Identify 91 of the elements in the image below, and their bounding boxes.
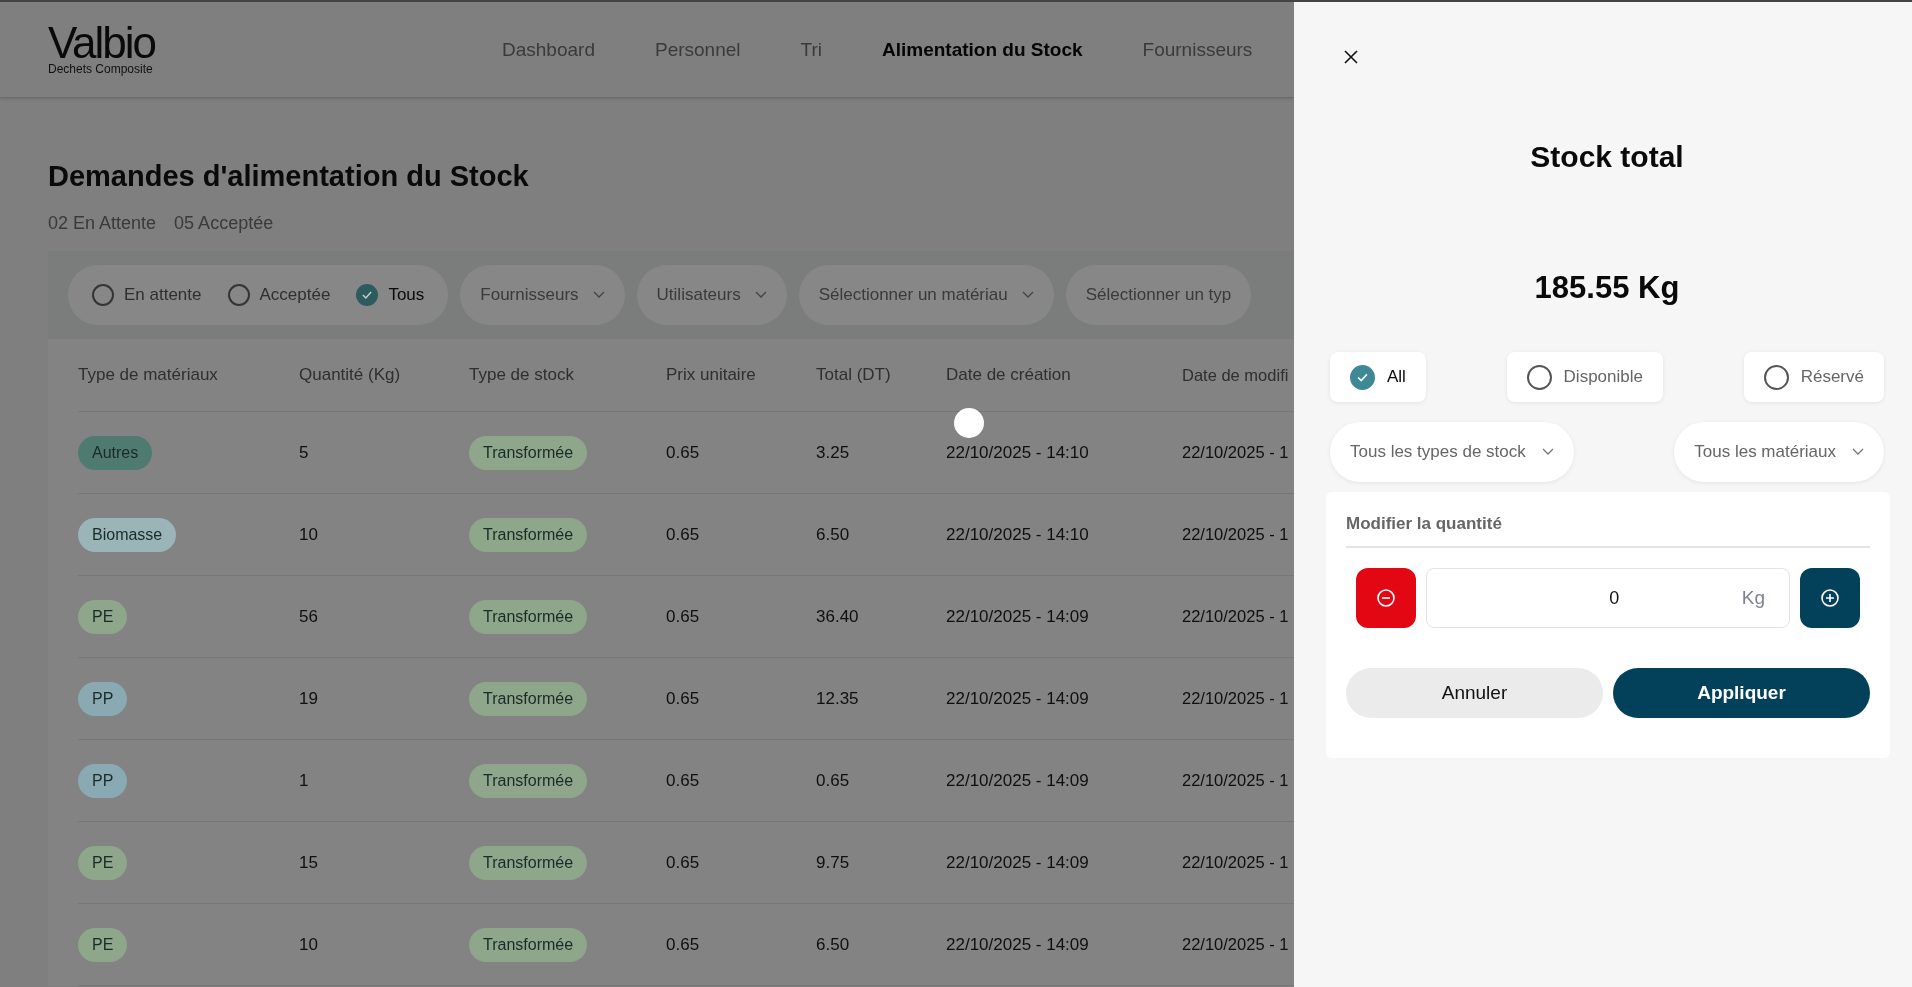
table-cell: 12.35 [816, 688, 859, 708]
table-cell: 22/10/2025 - 1 [1182, 525, 1289, 543]
table-cell: 22/10/2025 - 1 [1182, 689, 1289, 707]
panel-dropdown[interactable]: Tous les types de stock [1330, 422, 1574, 482]
material-tag: PP [78, 681, 128, 716]
column-header: Total (DT) [816, 365, 892, 385]
table-cell: 5 [299, 442, 309, 462]
filter-dropdown[interactable]: Fournisseurs [460, 265, 625, 325]
column-header: Type de matériaux [78, 365, 219, 385]
stock-status-radio[interactable]: Disponible [1506, 352, 1663, 402]
column-header: Quantité (Kg) [299, 365, 402, 385]
close-icon [1344, 50, 1358, 64]
stock-type-tag: Transformée [469, 435, 588, 470]
filter-dropdown[interactable]: Sélectionner un typ [1065, 265, 1252, 325]
table-cell: 22/10/2025 - 14:09 [946, 770, 1089, 790]
table-cell: 0.65 [666, 606, 700, 626]
material-tag: PE [78, 927, 128, 962]
panel-title: Stock total [1529, 140, 1685, 174]
material-tag: PE [78, 845, 128, 880]
quantity-field[interactable]: 0 Kg [1426, 568, 1790, 628]
column-header: Date de modifi [1182, 365, 1290, 385]
stock-type-tag: Transformée [469, 681, 588, 716]
table-cell: 22/10/2025 - 1 [1182, 935, 1289, 953]
stock-type-tag: Transformée [469, 763, 588, 798]
stock-type-tag: Transformée [469, 517, 588, 552]
nav-link[interactable]: Alimentation du Stock [881, 38, 1083, 61]
stock-type-tag: Transformée [469, 845, 588, 880]
table-cell: 22/10/2025 - 14:09 [946, 934, 1089, 954]
logo-subtitle: Dechets Composite [48, 61, 153, 76]
plus-circle-icon [1820, 588, 1840, 608]
table-cell: 0.65 [666, 934, 700, 954]
table-cell: 56 [299, 606, 318, 626]
table-cell: 36.40 [816, 606, 859, 626]
table-cell: 22/10/2025 - 14:09 [946, 852, 1089, 872]
table-cell: 22/10/2025 - 1 [1182, 607, 1289, 625]
status-radio[interactable]: Tous [356, 284, 425, 306]
nav-link[interactable]: Fournisseurs [1142, 38, 1253, 61]
nav-link[interactable]: Dashboard [502, 38, 595, 61]
table-cell: 22/10/2025 - 1 [1182, 853, 1289, 871]
table-cell: 22/10/2025 - 14:10 [946, 524, 1089, 544]
minus-circle-icon [1376, 588, 1396, 608]
decrease-button[interactable] [1356, 568, 1416, 628]
stock-status-radio[interactable]: All [1330, 352, 1426, 402]
table-cell: 0.65 [666, 442, 700, 462]
table-cell: 3.25 [816, 442, 850, 462]
filter-dropdown[interactable]: Utilisateurs [636, 265, 787, 325]
material-tag: PP [78, 763, 128, 798]
table-cell: 0.65 [666, 852, 700, 872]
table-cell: 1 [299, 770, 309, 790]
table-cell: 22/10/2025 - 1 [1182, 771, 1289, 789]
table-cell: 9.75 [816, 852, 850, 872]
table-cell: 0.65 [666, 524, 700, 544]
nav-link[interactable]: Personnel [654, 38, 741, 61]
column-header: Type de stock [469, 365, 575, 385]
column-header: Date de création [946, 365, 1072, 385]
table-cell: 0.65 [666, 688, 700, 708]
material-tag: PE [78, 599, 128, 634]
column-header: Prix unitaire [666, 365, 757, 385]
increase-button[interactable] [1800, 568, 1860, 628]
panel-dropdown[interactable]: Tous les matériaux [1674, 422, 1884, 482]
table-cell: 22/10/2025 - 14:09 [946, 688, 1089, 708]
chevron-down-icon [1541, 448, 1554, 456]
cancel-button[interactable]: Annuler [1346, 668, 1603, 718]
table-cell: 6.50 [816, 524, 850, 544]
stock-status-radio[interactable]: Réservé [1743, 352, 1884, 402]
status-radio[interactable]: Acceptée [227, 284, 331, 306]
card-title: Modifier la quantité [1346, 514, 1870, 548]
page-title: Demandes d'alimentation du Stock [48, 160, 530, 193]
table-cell: 0.65 [816, 770, 850, 790]
apply-button[interactable]: Appliquer [1613, 668, 1870, 718]
nav-link[interactable]: Tri [800, 38, 822, 61]
table-cell: 15 [299, 852, 318, 872]
table-cell: 22/10/2025 - 14:09 [946, 606, 1089, 626]
stock-total-value: 185.55 Kg [1533, 270, 1681, 306]
chevron-down-icon [1852, 448, 1864, 456]
material-tag: Autres [78, 435, 153, 470]
table-cell: 22/10/2025 - 14:10 [946, 442, 1089, 462]
status-radio[interactable]: En attente [92, 284, 202, 306]
filter-dropdown[interactable]: Sélectionner un matériau [798, 265, 1054, 325]
table-cell: 10 [299, 524, 318, 544]
table-cell: 22/10/2025 - 1 [1182, 443, 1289, 461]
status-count: 02 En Attente [48, 213, 157, 234]
table-cell: 10 [299, 934, 318, 954]
status-count: 05 Acceptée [174, 213, 274, 234]
material-tag: Biomasse [78, 517, 177, 552]
table-cell: 19 [299, 688, 318, 708]
stock-type-tag: Transformée [469, 599, 588, 634]
logo-wordmark: Valbio [48, 23, 156, 62]
table-cell: 6.50 [816, 934, 850, 954]
table-cell: 0.65 [666, 770, 700, 790]
stock-type-tag: Transformée [469, 927, 588, 962]
